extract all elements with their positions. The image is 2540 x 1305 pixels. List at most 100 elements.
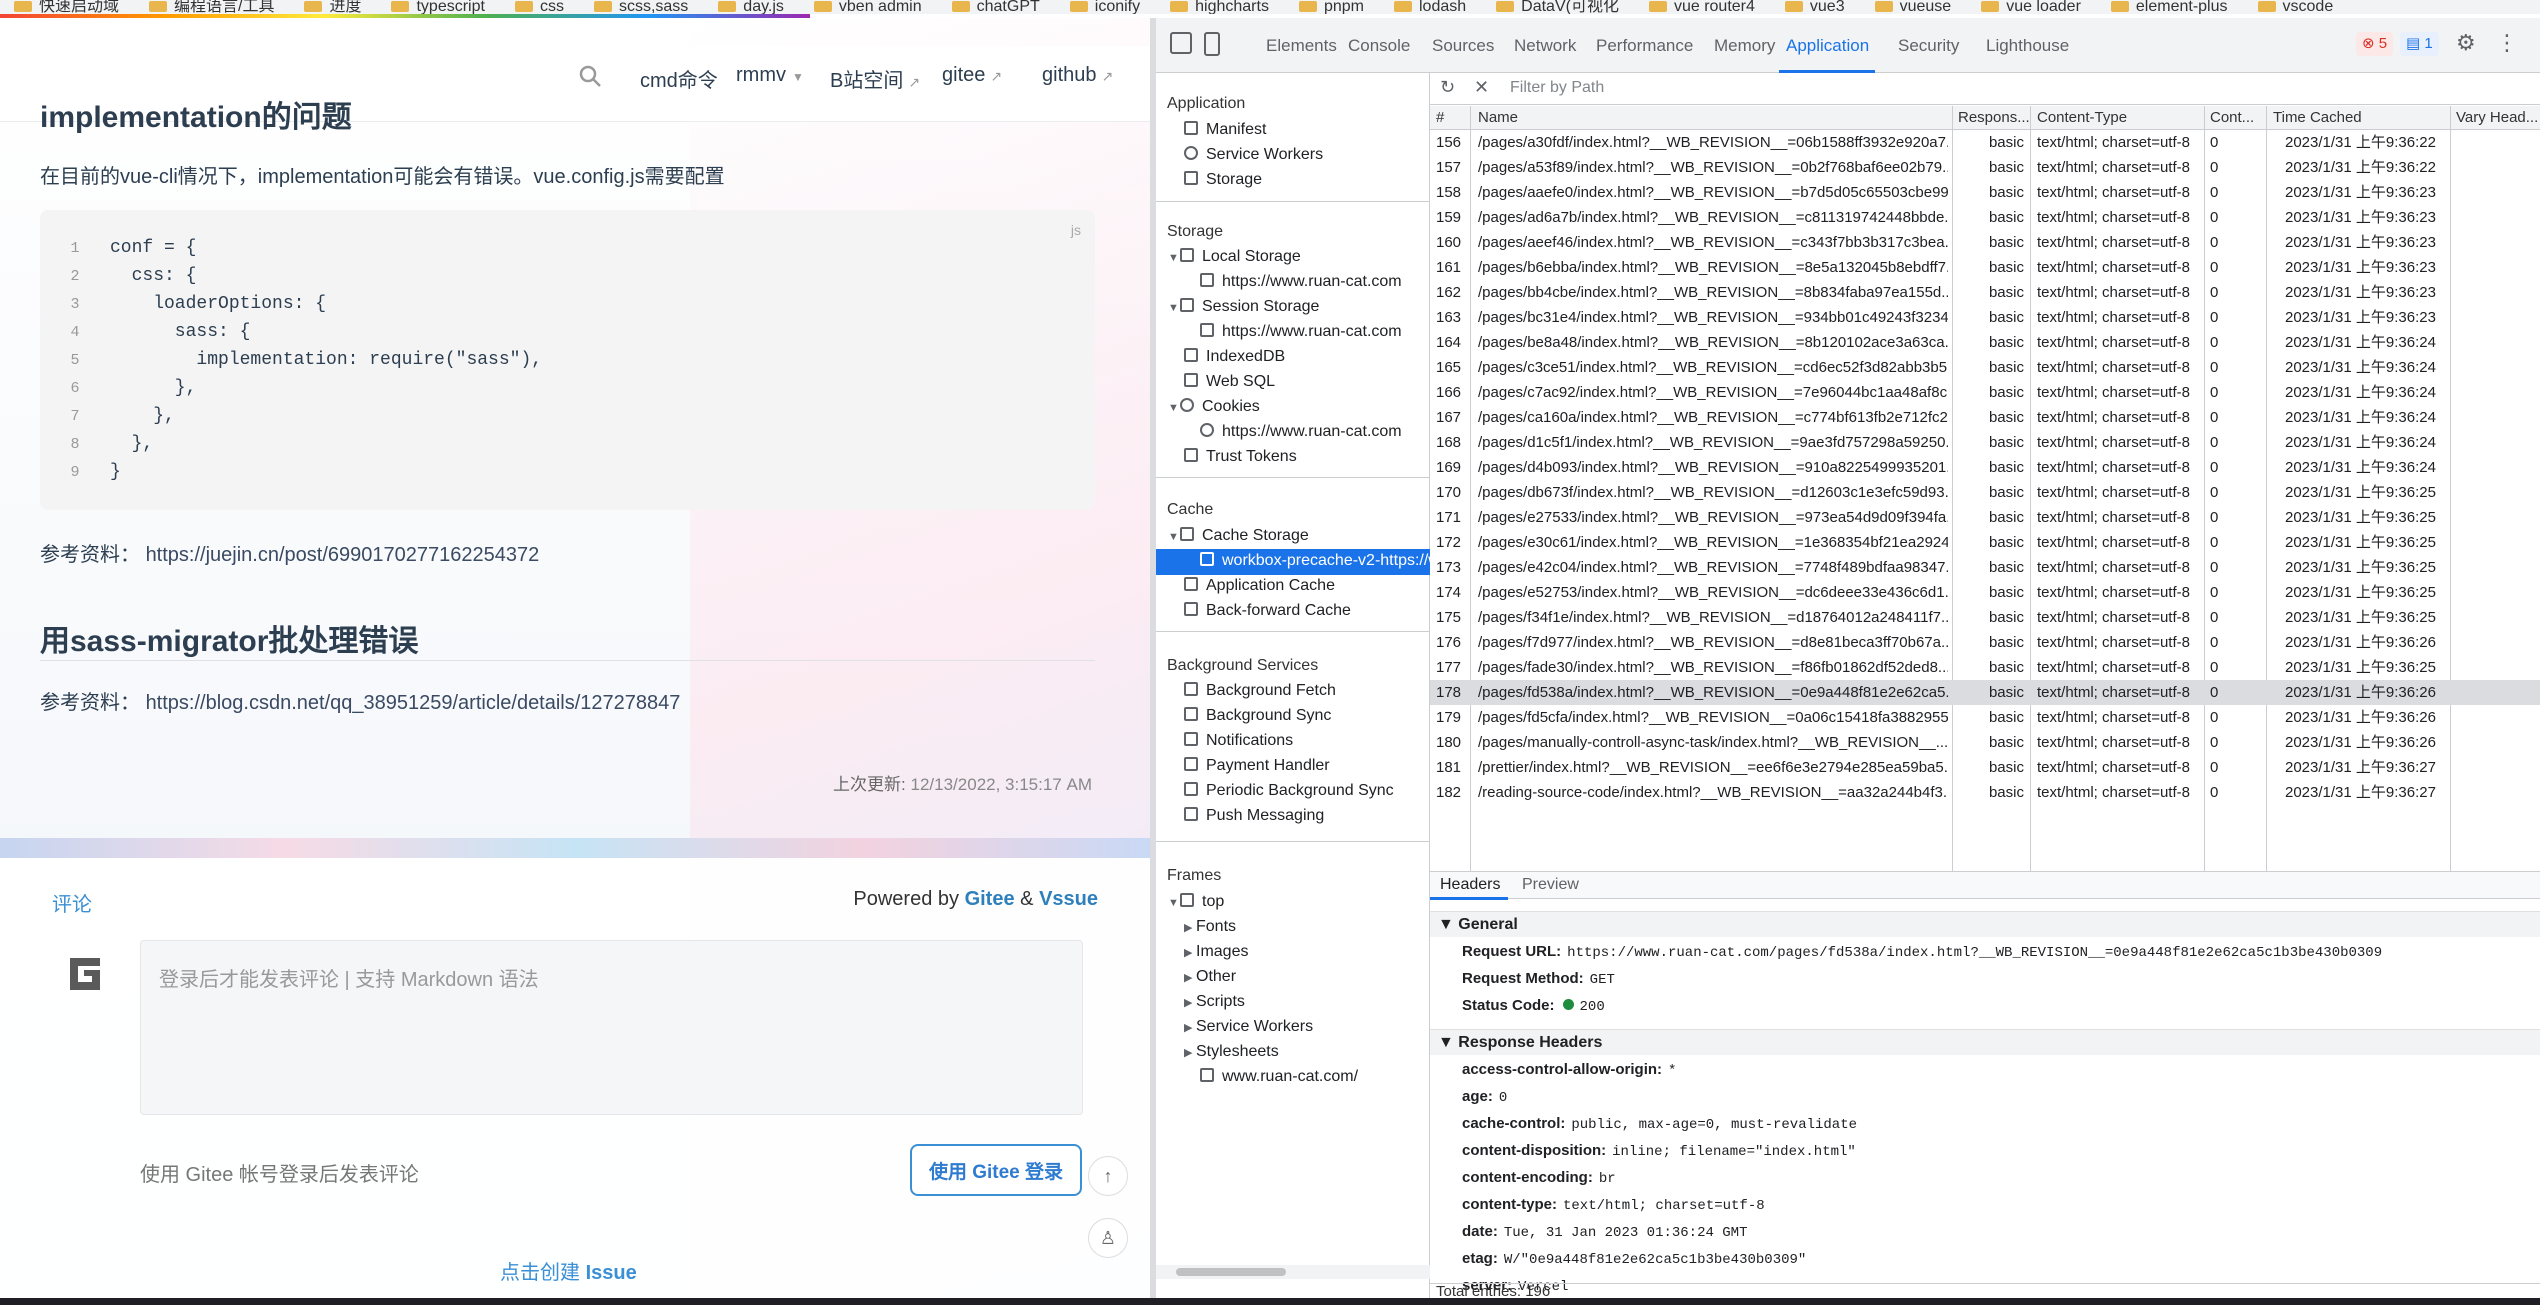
table-row[interactable]: 162/pages/bb4cbe/index.html?__WB_REVISIO… <box>1430 280 2540 305</box>
tab-network[interactable]: Network <box>1514 36 1576 56</box>
sidebar-item-websql[interactable]: Web SQL <box>1184 373 1275 391</box>
table-row[interactable]: 176/pages/f7d977/index.html?__WB_REVISIO… <box>1430 630 2540 655</box>
table-row[interactable]: 182/reading-source-code/index.html?__WB_… <box>1430 780 2540 805</box>
bookmark-folder[interactable]: vueuse <box>1874 0 1951 14</box>
tab-preview[interactable]: Preview <box>1522 876 1579 894</box>
tab-security[interactable]: Security <box>1898 36 1959 56</box>
bookmark-folder[interactable]: typescript <box>391 0 485 14</box>
sidebar-item-cookies[interactable]: ▼ Cookies <box>1168 398 1260 416</box>
field-value[interactable]: text/html; charset=utf-8 <box>1563 1198 1765 1214</box>
tab-lighthouse[interactable]: Lighthouse <box>1986 36 2069 56</box>
reference-link[interactable]: https://juejin.cn/post/69901702771622543… <box>146 544 540 566</box>
table-row[interactable]: 168/pages/d1c5f1/index.html?__WB_REVISIO… <box>1430 430 2540 455</box>
col-response[interactable]: Respons... <box>1958 109 2030 126</box>
table-row[interactable]: 167/pages/ca160a/index.html?__WB_REVISIO… <box>1430 405 2540 430</box>
messages-badge[interactable]: ▤ 1 <box>2400 32 2439 56</box>
nav-bilibili[interactable]: B站空间 ↗ <box>830 64 920 93</box>
bookmark-folder[interactable]: highcharts <box>1170 0 1269 14</box>
scrollbar-thumb[interactable] <box>1176 1268 1286 1276</box>
bookmark-folder[interactable]: scss,sass <box>593 0 688 14</box>
col-number[interactable]: # <box>1436 109 1444 126</box>
bookmark-folder[interactable]: day.js <box>718 0 784 14</box>
table-row[interactable]: 178/pages/fd538a/index.html?__WB_REVISIO… <box>1430 680 2540 705</box>
table-row[interactable]: 158/pages/aaefe0/index.html?__WB_REVISIO… <box>1430 180 2540 205</box>
inspect-element-icon[interactable] <box>1170 32 1192 54</box>
sidebar-item-frame-resource[interactable]: ▶ Fonts <box>1184 918 1236 936</box>
table-row[interactable]: 160/pages/aeef46/index.html?__WB_REVISIO… <box>1430 230 2540 255</box>
sidebar-item-frame-resource[interactable]: ▶ Stylesheets <box>1184 1043 1279 1061</box>
sidebar-item-session-storage[interactable]: ▼ Session Storage <box>1168 298 1319 316</box>
sidebar-item-frame-resource[interactable]: ▶ Other <box>1184 968 1236 986</box>
tab-performance[interactable]: Performance <box>1596 36 1693 56</box>
tab-headers[interactable]: Headers <box>1440 876 1500 894</box>
field-value[interactable]: public, max-age=0, must-revalidate <box>1571 1117 1857 1133</box>
bookmark-folder[interactable]: 编程语言/工具 <box>149 0 274 14</box>
table-row[interactable]: 165/pages/c3ce51/index.html?__WB_REVISIO… <box>1430 355 2540 380</box>
reference-link[interactable]: https://blog.csdn.net/qq_38951259/articl… <box>146 692 681 714</box>
create-issue-link[interactable]: 点击创建 Issue <box>500 1256 637 1285</box>
vssue-link[interactable]: Vssue <box>1039 888 1098 910</box>
search-icon[interactable] <box>578 64 602 88</box>
bookmark-folder[interactable]: 快速启动域 <box>14 0 119 14</box>
bookmark-folder[interactable]: vscode <box>2257 0 2333 14</box>
refresh-icon[interactable]: ↻ <box>1440 77 1455 98</box>
errors-badge[interactable]: ⊗ 5 <box>2356 32 2394 56</box>
sidebar-item-bfcache[interactable]: Back-forward Cache <box>1184 602 1351 620</box>
field-value[interactable]: inline; filename="index.html" <box>1612 1144 1856 1160</box>
col-vary-header[interactable]: Vary Head... <box>2456 109 2538 126</box>
bookmark-folder[interactable]: DataV(可视化 <box>1496 0 1619 14</box>
sidebar-item-session-origin[interactable]: https://www.ruan-cat.com <box>1200 323 1402 341</box>
table-row[interactable]: 164/pages/be8a48/index.html?__WB_REVISIO… <box>1430 330 2540 355</box>
sidebar-item-frame-resource[interactable]: ▶ Service Workers <box>1184 1018 1313 1036</box>
field-value[interactable]: Tue, 31 Jan 2023 01:36:24 GMT <box>1504 1225 1748 1241</box>
field-value[interactable]: https://www.ruan-cat.com/pages/fd538a/in… <box>1567 945 2382 961</box>
horizontal-scrollbar[interactable] <box>1156 1265 1430 1279</box>
sidebar-item-cache-entry[interactable]: workbox-precache-v2-https://w <box>1200 552 1440 570</box>
tab-memory[interactable]: Memory <box>1714 36 1775 56</box>
sidebar-item-bg-service[interactable]: Payment Handler <box>1184 757 1330 775</box>
table-row[interactable]: 174/pages/e52753/index.html?__WB_REVISIO… <box>1430 580 2540 605</box>
table-row[interactable]: 163/pages/bc31e4/index.html?__WB_REVISIO… <box>1430 305 2540 330</box>
table-row[interactable]: 181/prettier/index.html?__WB_REVISION__=… <box>1430 755 2540 780</box>
comment-textarea[interactable]: 登录后才能发表评论 | 支持 Markdown 语法 <box>140 940 1083 1115</box>
nav-cmd[interactable]: cmd命令 <box>640 64 718 93</box>
nav-gitee[interactable]: gitee ↗ <box>942 64 1002 87</box>
theme-shirt-icon[interactable]: ♙ <box>1088 1218 1128 1258</box>
sidebar-item-bg-service[interactable]: Push Messaging <box>1184 807 1324 825</box>
sidebar-item-indexeddb[interactable]: IndexedDB <box>1184 348 1285 366</box>
bookmark-folder[interactable]: lodash <box>1393 0 1466 14</box>
sidebar-item-service-workers[interactable]: Service Workers <box>1184 146 1323 164</box>
sidebar-item-application-cache[interactable]: Application Cache <box>1184 577 1335 595</box>
bookmark-folder[interactable]: vue3 <box>1784 0 1845 14</box>
filter-input[interactable]: Filter by Path <box>1510 79 1604 97</box>
response-headers-section[interactable]: ▼ Response Headers <box>1430 1029 2540 1055</box>
field-value[interactable]: GET <box>1590 972 1615 988</box>
tab-elements[interactable]: Elements <box>1266 36 1337 56</box>
tab-console[interactable]: Console <box>1348 36 1410 56</box>
table-row[interactable]: 180/pages/manually-controll-async-task/i… <box>1430 730 2540 755</box>
sidebar-item-cache-storage[interactable]: ▼ Cache Storage <box>1168 527 1309 545</box>
sidebar-item-bg-service[interactable]: Background Sync <box>1184 707 1331 725</box>
table-row[interactable]: 156/pages/a30fdf/index.html?__WB_REVISIO… <box>1430 130 2540 155</box>
table-row[interactable]: 179/pages/fd5cfa/index.html?__WB_REVISIO… <box>1430 705 2540 730</box>
bookmark-folder[interactable]: chatGPT <box>951 0 1040 14</box>
col-content-type[interactable]: Content-Type <box>2037 109 2127 126</box>
bookmark-folder[interactable]: pnpm <box>1298 0 1364 14</box>
sidebar-item-local-storage[interactable]: ▼ Local Storage <box>1168 248 1301 266</box>
bookmark-folder[interactable]: vben admin <box>813 0 922 14</box>
tab-application[interactable]: Application <box>1786 36 1869 56</box>
table-row[interactable]: 177/pages/fade30/index.html?__WB_REVISIO… <box>1430 655 2540 680</box>
tab-sources[interactable]: Sources <box>1432 36 1494 56</box>
general-section[interactable]: ▼ General <box>1430 911 2540 937</box>
table-row[interactable]: 157/pages/a53f89/index.html?__WB_REVISIO… <box>1430 155 2540 180</box>
gitee-link[interactable]: Gitee <box>965 888 1015 910</box>
bookmark-folder[interactable]: css <box>514 0 564 14</box>
device-toolbar-icon[interactable] <box>1204 32 1220 56</box>
sidebar-item-cookies-origin[interactable]: https://www.ruan-cat.com <box>1200 423 1402 441</box>
field-value[interactable]: 0 <box>1499 1090 1507 1106</box>
col-name[interactable]: Name <box>1478 109 1518 126</box>
table-row[interactable]: 169/pages/d4b093/index.html?__WB_REVISIO… <box>1430 455 2540 480</box>
table-row[interactable]: 172/pages/e30c61/index.html?__WB_REVISIO… <box>1430 530 2540 555</box>
bookmark-folder[interactable]: 进度 <box>304 0 361 14</box>
comments-tab[interactable]: 评论 <box>52 888 92 917</box>
